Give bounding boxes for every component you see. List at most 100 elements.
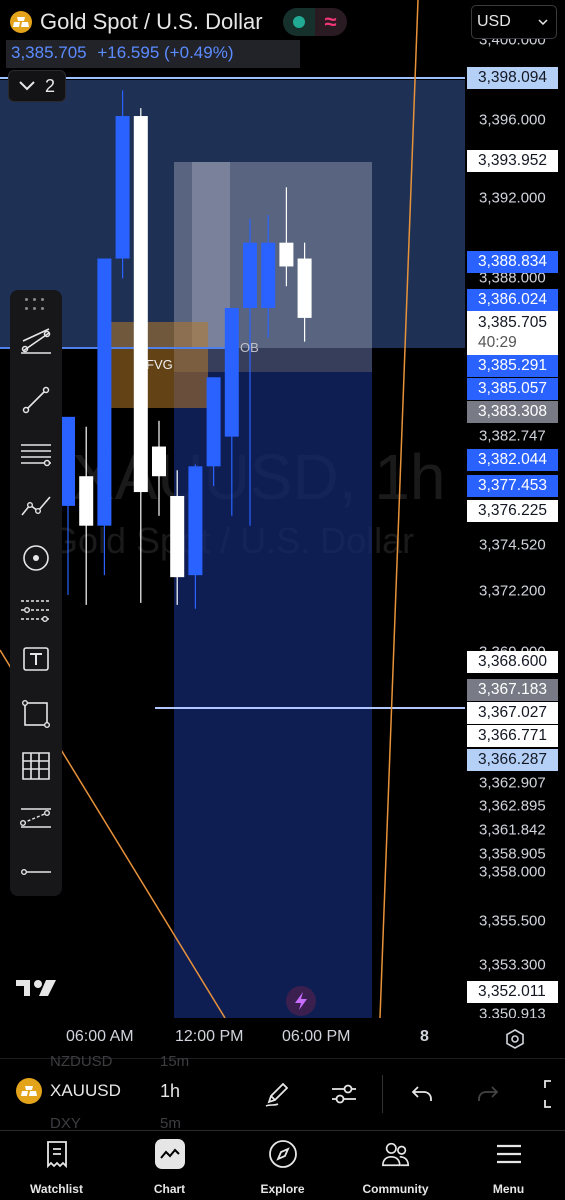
- drawing-toolbar[interactable]: [10, 290, 62, 896]
- price-tick-label: 3,362.895: [479, 797, 546, 815]
- price-level-tag[interactable]: 3,393.952: [467, 150, 558, 172]
- candle-body: [97, 258, 112, 526]
- indicator-count: 2: [44, 75, 55, 96]
- trend-line-tools-icon: [21, 328, 51, 354]
- fib-tools-button[interactable]: [10, 428, 62, 480]
- drawing-pen-button[interactable]: [259, 1076, 295, 1112]
- price-level-tag[interactable]: 3,368.600: [467, 651, 558, 673]
- price-tick-label: 3,361.842: [479, 821, 546, 839]
- nav-label: Chart: [153, 1182, 186, 1196]
- toolbar-divider: [382, 1075, 383, 1113]
- nav-explore[interactable]: Explore: [226, 1131, 339, 1200]
- horizontal-ray-button[interactable]: [10, 846, 62, 898]
- price-level-tag[interactable]: 3,352.011: [467, 981, 558, 1003]
- nav-community[interactable]: Community: [339, 1131, 452, 1200]
- price-chart[interactable]: FVG OB: [0, 0, 465, 1018]
- forecast-icon: [21, 600, 51, 623]
- interval-button[interactable]: 1h: [160, 1081, 180, 1102]
- indicators-collapse-button[interactable]: 2: [8, 70, 66, 102]
- nav-menu[interactable]: Menu: [452, 1131, 565, 1200]
- pattern-icon: [21, 496, 51, 516]
- price-level-tag[interactable]: 3,376.225: [467, 500, 558, 522]
- currency-select[interactable]: USD: [471, 5, 557, 39]
- lightning-icon: [295, 992, 307, 1010]
- price-tick-label: 3,382.747: [479, 427, 546, 445]
- forecast-tools-button[interactable]: [10, 584, 62, 636]
- shape-tool-button[interactable]: [10, 688, 62, 740]
- price-level-tag[interactable]: 3,367.183: [467, 679, 558, 701]
- price-level-tag[interactable]: 3,386.024: [467, 289, 558, 311]
- nav-label: Community: [362, 1182, 429, 1196]
- price-tick-label: 3,396.000: [479, 111, 546, 129]
- chart-icon: [154, 1139, 185, 1169]
- currency-value: USD: [477, 13, 511, 30]
- undo-button[interactable]: [404, 1076, 440, 1112]
- chart-settings-hex-icon[interactable]: [504, 1028, 526, 1050]
- price-tick-label: 3,374.520: [479, 536, 546, 554]
- fullscreen-button[interactable]: [534, 1076, 565, 1112]
- candle-body: [297, 258, 312, 318]
- lightning-button[interactable]: [286, 986, 316, 1016]
- price-tick-label: 3,372.200: [479, 582, 546, 600]
- fullscreen-icon: [544, 1080, 551, 1108]
- sliders-icon: [332, 1084, 356, 1104]
- text-tool-button[interactable]: [10, 634, 62, 686]
- measure-tool-button[interactable]: [10, 792, 62, 844]
- candle-body: [61, 416, 75, 506]
- bar-countdown: 40:29: [478, 334, 517, 351]
- measure-icon: [20, 808, 51, 828]
- nav-watchlist[interactable]: Watchlist: [0, 1131, 113, 1200]
- candle-body: [279, 242, 294, 267]
- bottom-navigation: Watchlist Chart Explore Community Menu: [0, 1130, 565, 1200]
- price-level-tag[interactable]: 3,385.057: [467, 378, 558, 400]
- undo-icon: [411, 1086, 432, 1101]
- indicator-settings-button[interactable]: [326, 1076, 362, 1112]
- price-tick-label: 3,392.000: [479, 189, 546, 207]
- price-tick-label: 3,362.907: [479, 774, 546, 792]
- nav-label: Watchlist: [30, 1182, 83, 1196]
- price-tick-label: 3,358.905: [479, 845, 546, 863]
- candle-body: [206, 377, 221, 467]
- drag-handle-icon[interactable]: [25, 298, 47, 312]
- chevron-down-icon: [19, 81, 35, 91]
- price-level-tag[interactable]: 3,366.287: [467, 749, 558, 771]
- prediction-tools-button[interactable]: [10, 532, 62, 584]
- price-level-tag[interactable]: 3,388.834: [467, 251, 558, 273]
- price-level-tag[interactable]: 3,377.453: [467, 475, 558, 497]
- price-level-tag[interactable]: 3,382.044: [467, 449, 558, 471]
- pen-icon: [265, 1082, 289, 1107]
- pattern-tools-button[interactable]: [10, 480, 62, 532]
- price-level-tag[interactable]: 3,385.291: [467, 355, 558, 377]
- nav-label: Explore: [260, 1182, 305, 1196]
- target-icon: [23, 545, 49, 571]
- candle-body: [243, 242, 257, 309]
- candle-body: [79, 476, 94, 526]
- nav-chart[interactable]: Chart: [113, 1131, 226, 1200]
- price-level-tag[interactable]: 3,398.094: [467, 67, 558, 89]
- time-axis[interactable]: 06:00 AM 12:00 PM 06:00 PM 8: [0, 1018, 565, 1058]
- trend-line-tools-button[interactable]: [10, 314, 62, 366]
- gold-coin-icon: [16, 1078, 42, 1104]
- grid-tool-button[interactable]: [10, 740, 62, 792]
- symbol-title: Gold Spot / U.S. Dollar: [40, 9, 263, 34]
- chart-bottom-toolbar: NZDUSD 15m DXY 5m XAUUSD 1h: [0, 1053, 565, 1132]
- date-marker: 8: [420, 1028, 429, 1045]
- hamburger-menu-icon: [496, 1144, 521, 1164]
- price-tick-label: 3,358.000: [479, 863, 546, 881]
- chart-canvas[interactable]: XAUUSD, 1h Gold Spot / U.S. Dollar FVGOB: [0, 0, 465, 1018]
- price-axis[interactable]: 3,396.000 3,392.000 3,388.000 3,382.747 3,37…: [465, 0, 565, 1023]
- candle-body: [152, 446, 166, 477]
- candle-body: [170, 496, 185, 578]
- price-level-tag[interactable]: 3,383.308: [467, 401, 558, 423]
- market-status-pill[interactable]: ≈: [282, 8, 347, 36]
- price-level-tag[interactable]: 3,367.027: [467, 702, 558, 724]
- watchlist-icon: [46, 1141, 67, 1168]
- price-level-tag[interactable]: 3,366.771: [467, 725, 558, 747]
- ghost-interval: 15m: [160, 1053, 190, 1070]
- symbol-header[interactable]: Gold Spot / U.S. Dollar ≈: [10, 8, 347, 36]
- symbol-button[interactable]: XAUUSD: [16, 1078, 121, 1104]
- line-tool-button[interactable]: [10, 374, 62, 426]
- redo-button[interactable]: [470, 1076, 506, 1112]
- nav-label: Menu: [492, 1182, 525, 1196]
- candle-body: [115, 116, 130, 259]
